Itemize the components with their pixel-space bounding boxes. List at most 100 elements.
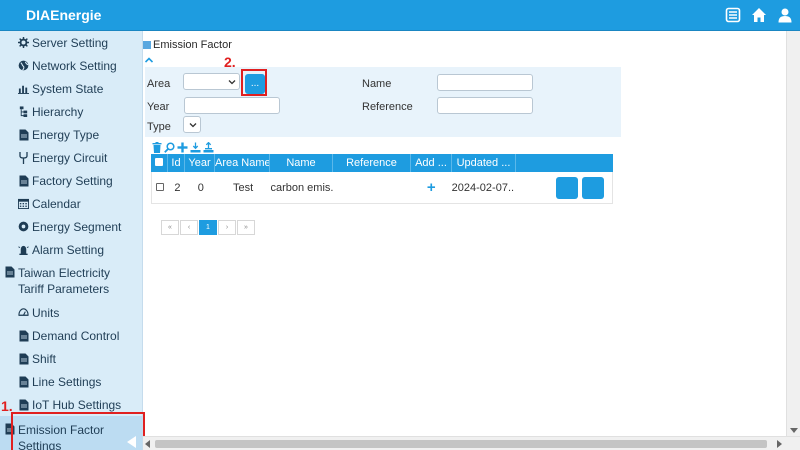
- column-header-area-name[interactable]: Area Name: [215, 154, 270, 172]
- add-icon[interactable]: [177, 141, 188, 153]
- pager-page-1[interactable]: 1: [199, 220, 217, 235]
- sidebar-item-factory-setting[interactable]: Factory Setting: [0, 169, 142, 192]
- annotation-step-2: 2.: [224, 54, 236, 70]
- sidebar-item-label: Energy Segment: [32, 219, 122, 234]
- sidebar-item-label: System State: [32, 81, 104, 96]
- sidebar-item-label: Server Setting: [32, 35, 109, 50]
- globe-icon: [18, 60, 29, 72]
- document-icon: [18, 353, 29, 365]
- document-icon: [18, 376, 29, 388]
- vertical-scrollbar[interactable]: [786, 31, 800, 436]
- column-header-add[interactable]: Add ...: [411, 154, 452, 172]
- caret-up-icon[interactable]: [144, 55, 154, 66]
- select-all-checkbox[interactable]: [155, 158, 163, 166]
- emission-factor-grid: Id Year Area Name Name Reference Add ...…: [151, 154, 613, 204]
- scroll-down-icon[interactable]: [790, 428, 798, 433]
- sidebar-item-hierarchy[interactable]: Hierarchy: [0, 100, 142, 123]
- column-header-year[interactable]: Year: [185, 154, 215, 172]
- sidebar-item-label: Hierarchy: [32, 104, 84, 119]
- home-icon[interactable]: [750, 6, 768, 24]
- reference-input[interactable]: [437, 97, 533, 114]
- document-icon: [18, 175, 29, 187]
- sidebar-item-units[interactable]: Units: [0, 301, 142, 324]
- sidebar-item-label: Shift: [32, 351, 57, 366]
- header-select-all[interactable]: [151, 154, 168, 172]
- cell-add-icon[interactable]: +: [411, 179, 452, 196]
- area-label: Area: [147, 78, 171, 90]
- page-title: Emission Factor: [143, 39, 232, 51]
- sidebar-item-label: Factory Setting: [32, 173, 113, 188]
- cell-name: carbon emis...: [270, 181, 334, 194]
- document-icon: [18, 399, 29, 411]
- sidebar-item-calendar[interactable]: Calendar: [0, 192, 142, 215]
- app-window: DIAEnergie Server Setting Network Settin…: [0, 0, 800, 450]
- table-row[interactable]: 2 0 Test carbon emis... + 2024-02-07...: [151, 172, 613, 204]
- grid-toolbar: [151, 141, 214, 153]
- type-label: Type: [147, 121, 171, 133]
- app-title: DIAEnergie: [26, 7, 102, 23]
- scroll-right-icon[interactable]: [777, 440, 782, 448]
- user-icon[interactable]: [776, 6, 794, 24]
- sidebar-item-taiwan-electricity-tariff[interactable]: Taiwan Electricity Tariff Parameters: [0, 261, 142, 301]
- sidebar-item-server-setting[interactable]: Server Setting: [0, 31, 142, 54]
- year-label: Year: [147, 101, 170, 113]
- year-input[interactable]: [184, 97, 280, 114]
- top-bar-icons: [724, 6, 794, 24]
- pager-next[interactable]: ›: [218, 220, 236, 235]
- main-content: Emission Factor Area ... Name Year Refer…: [143, 31, 786, 436]
- column-header-name[interactable]: Name: [270, 154, 333, 172]
- search-icon[interactable]: [164, 141, 175, 153]
- column-header-id[interactable]: Id: [168, 154, 185, 172]
- hierarchy-icon: [18, 106, 29, 118]
- column-header-actions: [516, 154, 613, 172]
- area-select[interactable]: [183, 73, 240, 90]
- sidebar-item-label: Line Settings: [32, 374, 102, 389]
- name-input[interactable]: [437, 74, 533, 91]
- sidebar-item-energy-type[interactable]: Energy Type: [0, 123, 142, 146]
- export-icon[interactable]: [203, 141, 214, 153]
- document-icon: [18, 330, 29, 342]
- bar-chart-icon: [18, 83, 29, 95]
- column-header-reference[interactable]: Reference: [333, 154, 411, 172]
- calendar-icon: [18, 198, 29, 210]
- sidebar-item-energy-segment[interactable]: Energy Segment: [0, 215, 142, 238]
- list-icon[interactable]: [724, 6, 742, 24]
- scrollbar-thumb[interactable]: [155, 440, 767, 448]
- sidebar-item-energy-circuit[interactable]: Energy Circuit: [0, 146, 142, 169]
- pager-last[interactable]: »: [237, 220, 255, 235]
- sidebar-item-demand-control[interactable]: Demand Control: [0, 324, 142, 347]
- cell-id: 2: [174, 181, 181, 194]
- sidebar-item-shift[interactable]: Shift: [0, 347, 142, 370]
- sidebar-item-system-state[interactable]: System State: [0, 77, 142, 100]
- row-checkbox[interactable]: [156, 182, 165, 191]
- trash-icon[interactable]: [151, 141, 162, 153]
- sidebar-item-network-setting[interactable]: Network Setting: [0, 54, 142, 77]
- document-icon: [4, 266, 15, 278]
- import-icon[interactable]: [190, 141, 201, 153]
- pager-prev[interactable]: ‹: [180, 220, 198, 235]
- annotation-box-1: [11, 412, 145, 450]
- pager-first[interactable]: «: [161, 220, 179, 235]
- cell-year: 0: [197, 181, 204, 194]
- sidebar-item-alarm-setting[interactable]: Alarm Setting: [0, 238, 142, 261]
- sidebar-item-line-settings[interactable]: Line Settings: [0, 370, 142, 393]
- circuit-icon: [18, 151, 29, 164]
- sidebar-item-text: Taiwan Electricity Tariff Parameters: [18, 266, 111, 296]
- horizontal-scrollbar[interactable]: [143, 436, 800, 450]
- type-select[interactable]: [183, 116, 201, 133]
- edit-button[interactable]: [555, 176, 578, 199]
- name-label: Name: [362, 78, 392, 90]
- cell-updated: 2024-02-07...: [451, 181, 516, 194]
- sidebar-item-label: Energy Circuit: [32, 150, 108, 165]
- page-title-text: Emission Factor: [153, 39, 232, 51]
- pager: « ‹ 1 › »: [161, 220, 256, 235]
- units-icon: [18, 307, 29, 319]
- sidebar-item-label: Alarm Setting: [32, 242, 105, 257]
- sidebar-item-label: Calendar: [32, 196, 81, 211]
- reference-label: Reference: [362, 101, 413, 113]
- scroll-left-icon[interactable]: [145, 440, 150, 448]
- row-checkbox-cell[interactable]: [152, 182, 169, 194]
- column-header-updated[interactable]: Updated ...: [452, 154, 516, 172]
- delete-button[interactable]: [581, 176, 604, 199]
- cell-area-name: Test: [233, 181, 254, 194]
